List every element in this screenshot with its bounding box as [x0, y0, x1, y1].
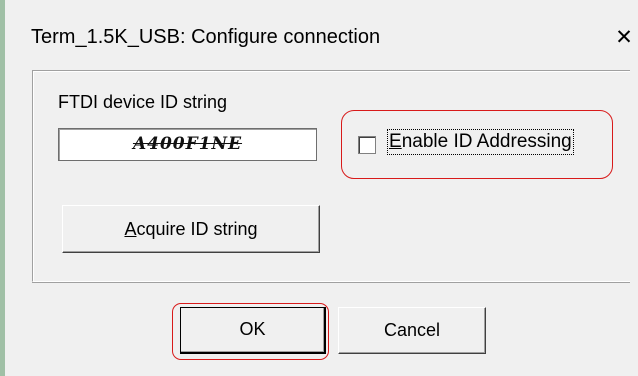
enable-id-addressing-checkbox[interactable]: [358, 136, 376, 154]
acquire-id-string-button[interactable]: Acquire ID string: [62, 205, 320, 253]
acquire-mnemonic: A: [124, 219, 137, 239]
window-title: Term_1.5K_USB: Configure connection: [31, 26, 381, 48]
cancel-label: Cancel: [383, 320, 441, 340]
acquire-label-rest: cquire ID string: [136, 219, 258, 239]
screenshot-page: Term_1.5K_USB: Configure connection ✕ FT…: [0, 0, 638, 376]
ftdi-id-field: A400F1NE: [58, 128, 317, 161]
ok-button[interactable]: OK: [180, 307, 326, 354]
enable-label-rest: nable ID Addressing: [401, 131, 572, 152]
enable-id-addressing-label[interactable]: Enable ID Addressing: [387, 129, 574, 155]
title-bar[interactable]: Term_1.5K_USB: Configure connection ✕: [5, 0, 638, 70]
ok-label: OK: [239, 319, 266, 339]
ftdi-id-value: A400F1NE: [132, 134, 243, 154]
enable-mnemonic: E: [389, 131, 402, 152]
ftdi-id-label: FTDI device ID string: [58, 92, 228, 112]
cancel-button[interactable]: Cancel: [338, 307, 486, 354]
close-icon[interactable]: ✕: [609, 22, 638, 52]
